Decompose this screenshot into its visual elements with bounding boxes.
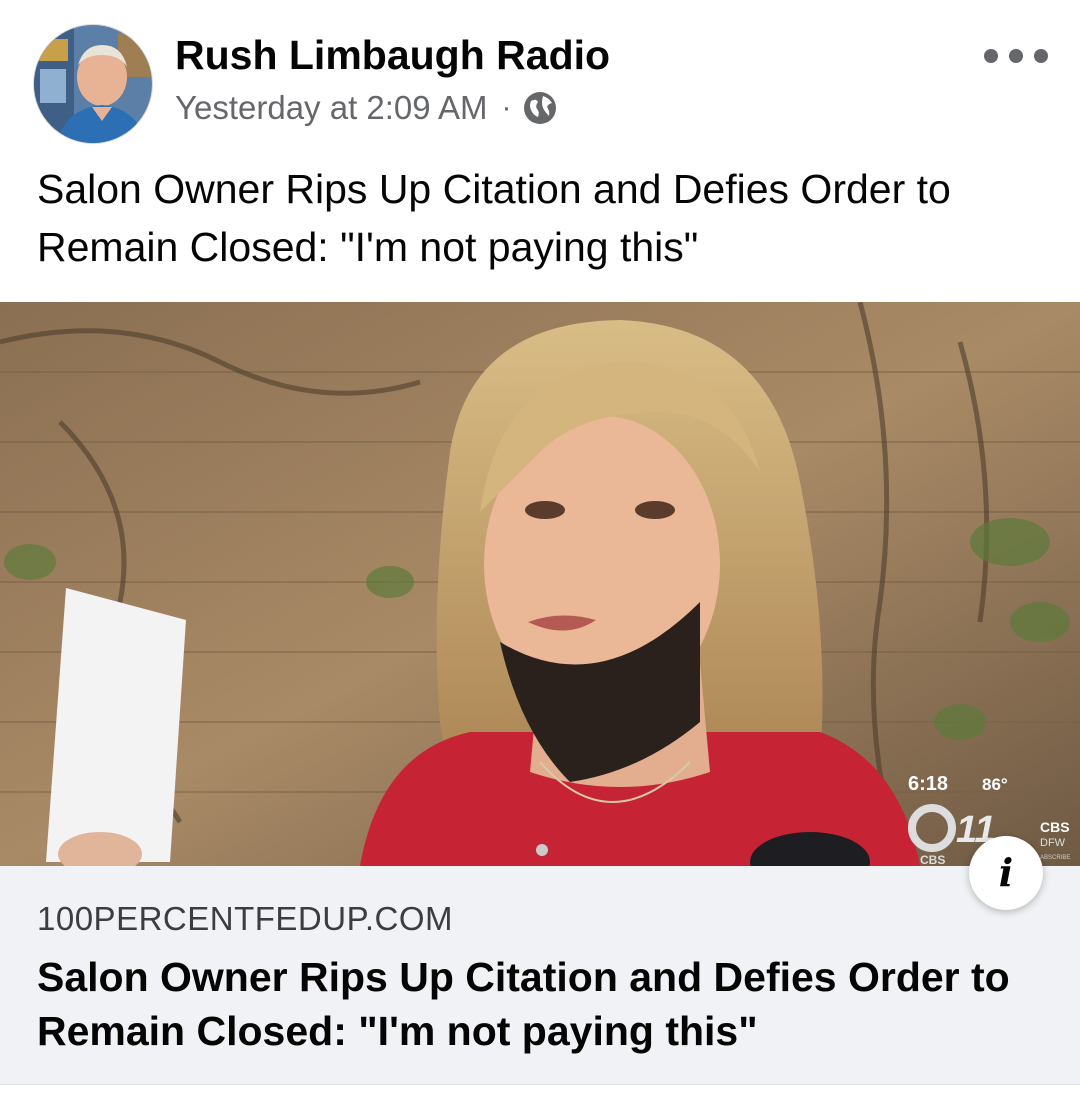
news-video-still: 6:18 86° 11 CBS CBS DFW ABSCRIBE [0, 302, 1080, 866]
more-dot [1034, 49, 1048, 63]
post-header: Rush Limbaugh Radio Yesterday at 2:09 AM… [0, 0, 1080, 150]
more-options-button[interactable] [984, 42, 1048, 70]
meta-separator: · [501, 91, 512, 124]
avatar-image [34, 25, 152, 143]
more-dot [1009, 49, 1023, 63]
bug-network: CBS [1040, 819, 1070, 835]
bug-time: 6:18 [908, 773, 948, 795]
avatar[interactable] [33, 24, 153, 144]
author-name[interactable]: Rush Limbaugh Radio [175, 32, 610, 79]
bug-network-sub2: ABSCRIBE [1040, 855, 1070, 861]
globe-icon [523, 92, 556, 124]
link-title[interactable]: Salon Owner Rips Up Citation and Defies … [37, 950, 1037, 1058]
more-horizontal-icon [984, 49, 998, 63]
info-button[interactable]: i [969, 836, 1043, 910]
link-image[interactable]: 6:18 86° 11 CBS CBS DFW ABSCRIBE [0, 302, 1080, 866]
post-timestamp[interactable]: Yesterday at 2:09 AM [175, 89, 488, 127]
bug-temp: 86° [982, 775, 1008, 794]
link-preview-card[interactable]: 100PERCENTFEDUP.COM Salon Owner Rips Up … [0, 866, 1080, 1085]
info-icon: i [998, 850, 1014, 895]
post-message: Salon Owner Rips Up Citation and Defies … [37, 166, 951, 270]
post-meta: Yesterday at 2:09 AM · [175, 89, 558, 127]
bug-network-region: DFW [1040, 837, 1066, 849]
link-domain: 100PERCENTFEDUP.COM [37, 900, 453, 937]
facebook-post: Rush Limbaugh Radio Yesterday at 2:09 AM… [0, 0, 1080, 1103]
bug-network-sub: CBS [920, 853, 945, 866]
